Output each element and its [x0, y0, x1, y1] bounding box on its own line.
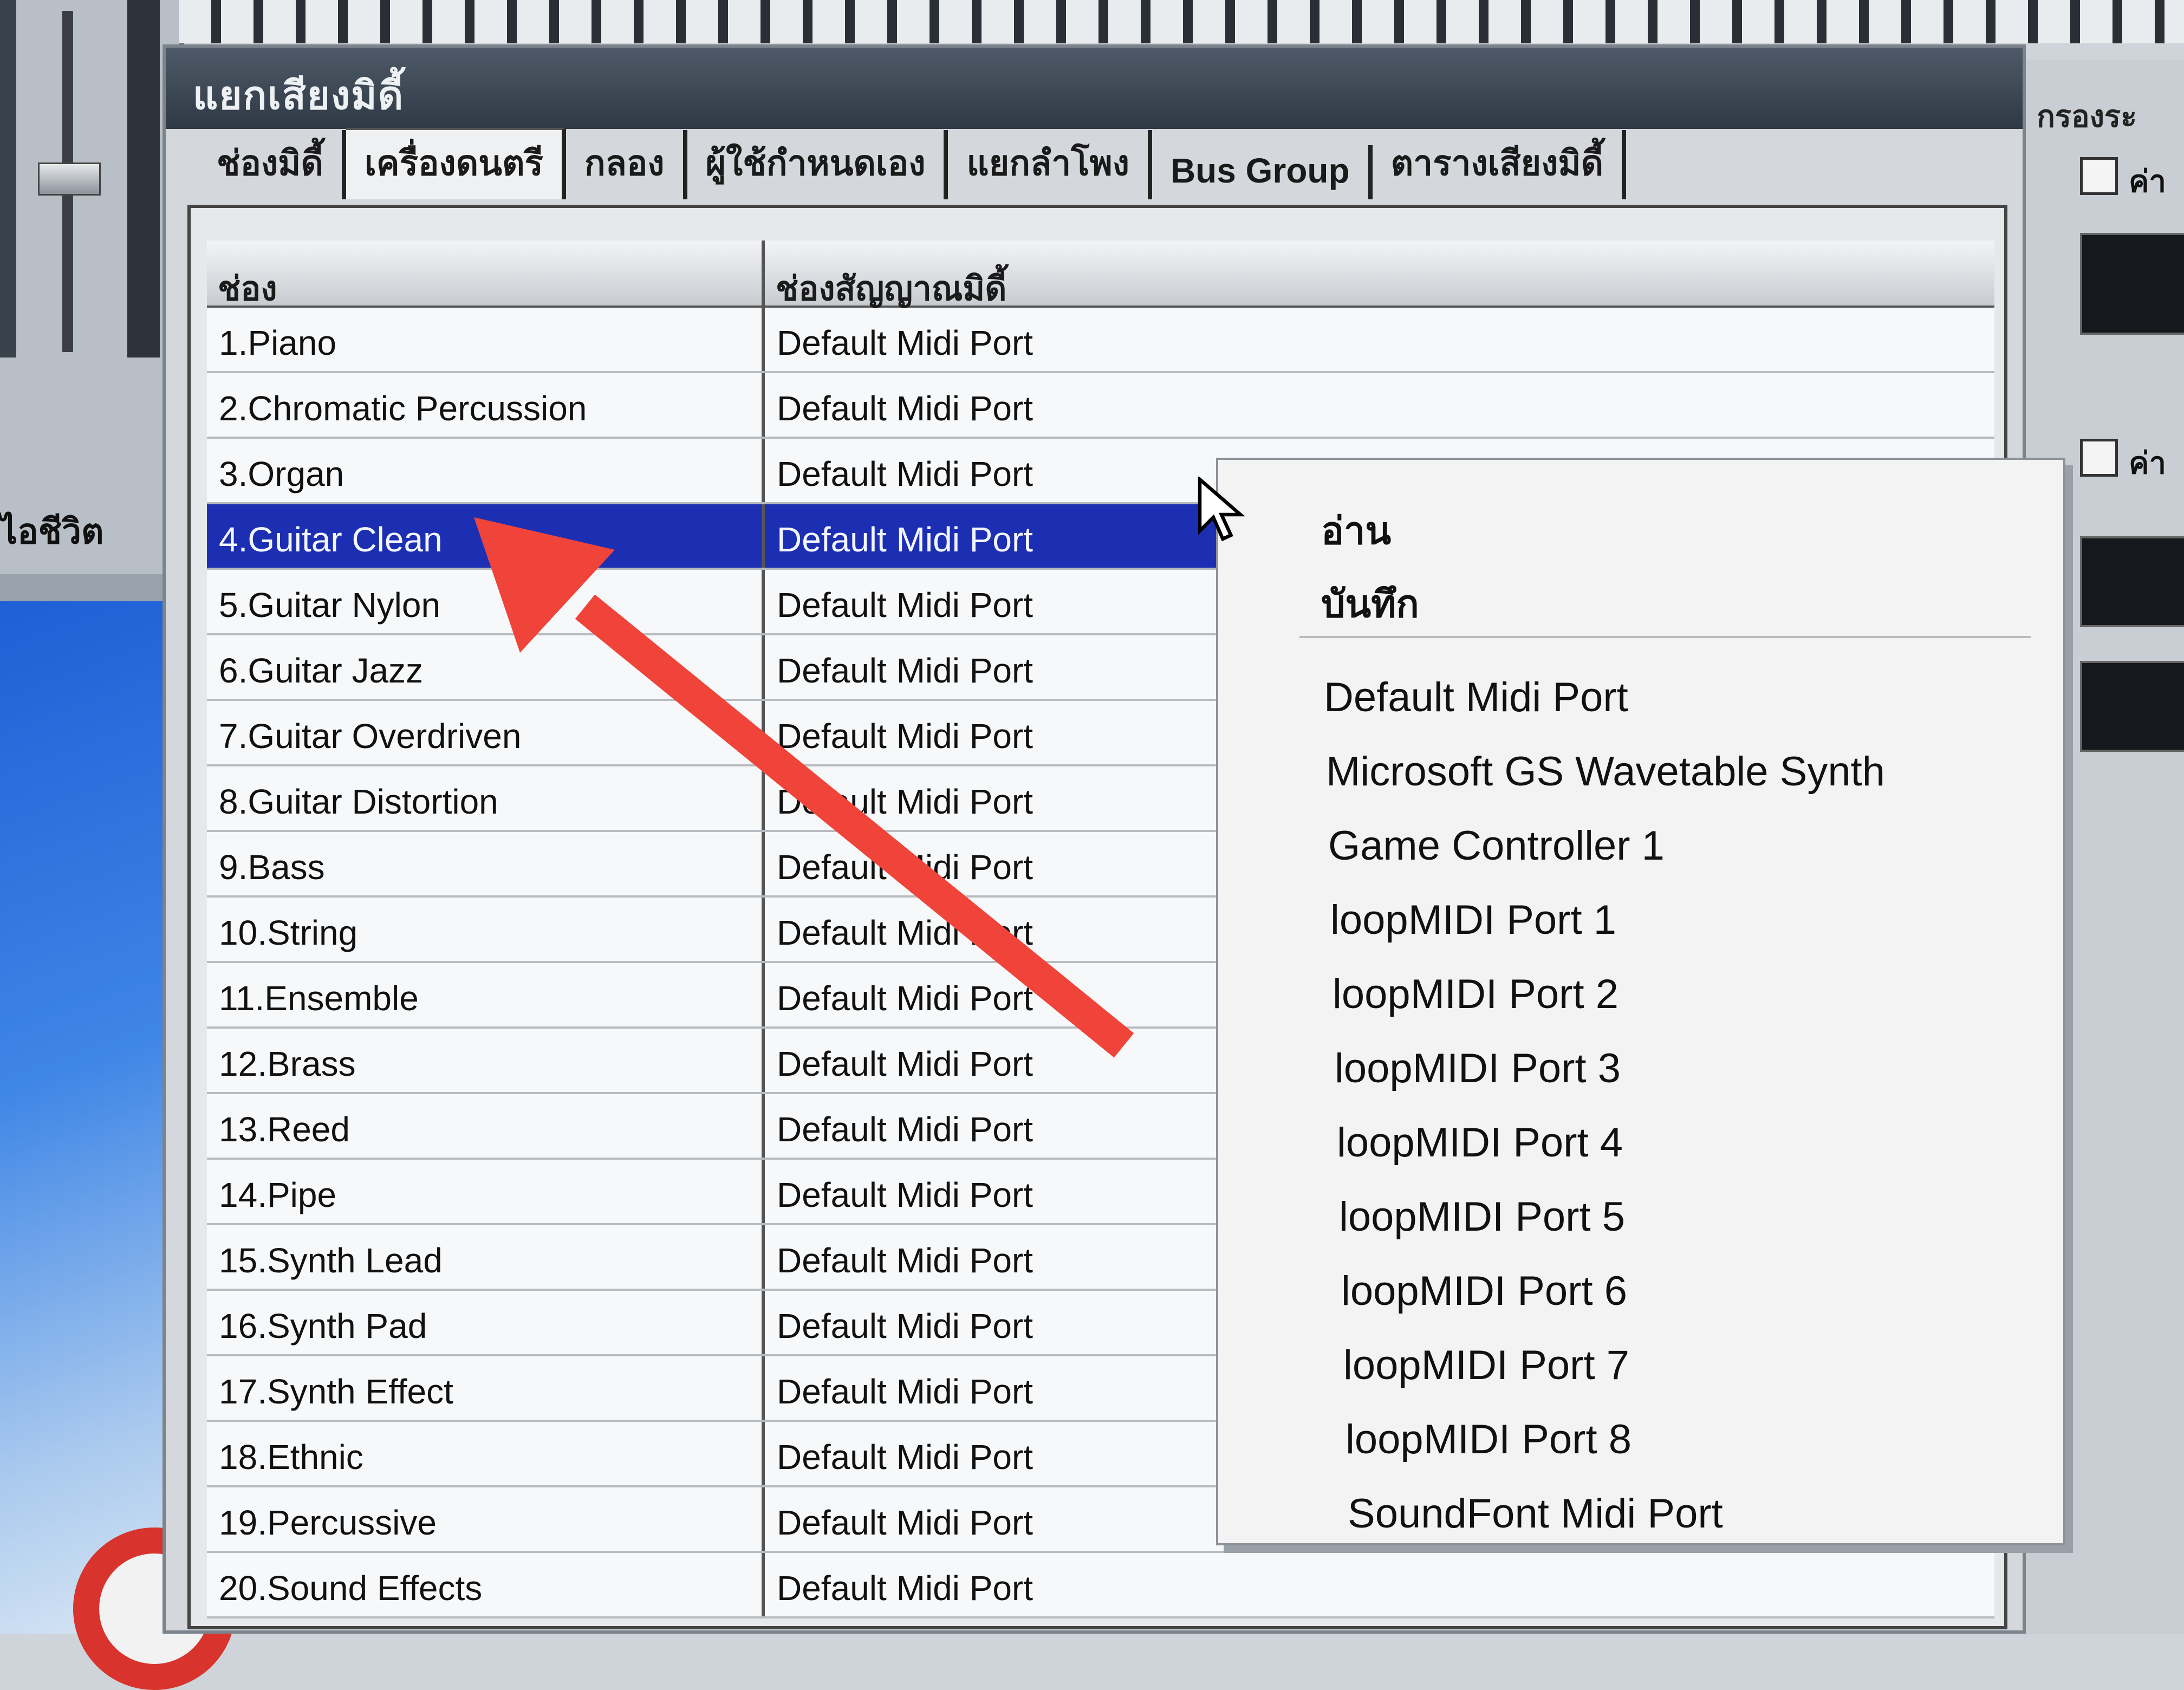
right-panel-checkbox-label: ค่า	[2129, 164, 2166, 198]
channel-cell[interactable]: 18.Ethnic	[207, 1422, 765, 1485]
menu-item-save[interactable]: บันทึก	[1321, 574, 1419, 634]
menu-item-port[interactable]: Game Controller 1	[1328, 822, 1665, 869]
channel-cell[interactable]: 8.Guitar Distortion	[207, 766, 765, 830]
table-row[interactable]: 20.Sound Effects Default Midi Port	[207, 1553, 1994, 1618]
channel-cell[interactable]: 19.Percussive	[207, 1487, 765, 1551]
dialog-titlebar[interactable]: แยกเสียงมิดี้	[166, 48, 2023, 129]
background-mixer: ไอชีวิต	[0, 0, 184, 574]
menu-item-port[interactable]: loopMIDI Port 2	[1332, 971, 1618, 1018]
channel-cell[interactable]: 10.String	[207, 898, 765, 961]
column-header-midi-port[interactable]: ช่องสัญญาณมิดี้	[765, 240, 1994, 308]
mouse-cursor-icon	[1198, 477, 1245, 542]
channel-cell[interactable]: 20.Sound Effects	[207, 1553, 765, 1616]
desktop-wallpaper	[0, 601, 179, 1634]
menu-item-port[interactable]: loopMIDI Port 7	[1343, 1342, 1629, 1389]
channel-cell[interactable]: 17.Synth Effect	[207, 1356, 765, 1420]
channel-cell[interactable]: 5.Guitar Nylon	[207, 570, 765, 633]
table-header: ช่อง ช่องสัญญาณมิดี้	[207, 240, 1994, 308]
tab-midi-channel[interactable]: ช่องมิดี้	[198, 130, 346, 199]
tab-speaker-split[interactable]: แยกลำโพง	[948, 130, 1152, 199]
background-label: ไอชีวิต	[0, 512, 104, 551]
piano-keyboard-strip	[179, 0, 2184, 43]
right-panel-meter	[2080, 536, 2184, 627]
channel-cell[interactable]: 1.Piano	[207, 308, 765, 371]
tab-instruments[interactable]: เครื่องดนตรี	[346, 128, 566, 199]
channel-cell[interactable]: 7.Guitar Overdriven	[207, 701, 765, 764]
channel-cell[interactable]: 2.Chromatic Percussion	[207, 373, 765, 437]
menu-item-port[interactable]: loopMIDI Port 8	[1346, 1416, 1632, 1463]
menu-item-read[interactable]: อ่าน	[1321, 500, 1391, 561]
menu-separator	[1299, 636, 2031, 638]
right-panel-title: กรองระ	[2037, 99, 2137, 133]
menu-item-port[interactable]: loopMIDI Port 4	[1337, 1119, 1623, 1166]
tab-bus-group[interactable]: Bus Group	[1152, 145, 1373, 199]
channel-cell[interactable]: 4.Guitar Clean	[207, 504, 765, 568]
tab-bar: ช่องมิดี้ เครื่องดนตรี กลอง ผู้ใช้กำหนดเ…	[198, 128, 1627, 199]
tab-user-defined[interactable]: ผู้ใช้กำหนดเอง	[687, 130, 948, 199]
dialog-title: แยกเสียงมิดี้	[193, 74, 405, 118]
background-meter	[127, 0, 160, 358]
midi-port-cell[interactable]: Default Midi Port	[765, 373, 1994, 437]
channel-cell[interactable]: 14.Pipe	[207, 1160, 765, 1223]
channel-cell[interactable]: 12.Brass	[207, 1029, 765, 1092]
channel-cell[interactable]: 3.Organ	[207, 439, 765, 502]
menu-item-port[interactable]: SoundFont Midi Port	[1348, 1490, 1723, 1537]
channel-cell[interactable]: 16.Synth Pad	[207, 1291, 765, 1354]
right-panel-meter	[2080, 233, 2184, 335]
midi-port-cell[interactable]: Default Midi Port	[765, 308, 1994, 371]
menu-item-port[interactable]: loopMIDI Port 1	[1330, 896, 1616, 944]
midi-port-cell[interactable]: Default Midi Port	[765, 1553, 1994, 1616]
right-panel-meter	[2080, 661, 2184, 752]
background-left-panel: ไอชีวิต	[0, 0, 236, 1690]
channel-cell[interactable]: 13.Reed	[207, 1094, 765, 1158]
tab-midi-sound-table[interactable]: ตารางเสียงมิดี้	[1372, 130, 1627, 199]
background-meter	[0, 0, 16, 358]
column-header-channel[interactable]: ช่อง	[207, 240, 765, 308]
channel-cell[interactable]: 15.Synth Lead	[207, 1225, 765, 1289]
menu-item-port[interactable]: loopMIDI Port 3	[1335, 1045, 1621, 1092]
right-panel-checkbox[interactable]	[2080, 157, 2118, 195]
right-panel-checkbox-label: ค่า	[2129, 446, 2166, 480]
channel-cell[interactable]: 11.Ensemble	[207, 963, 765, 1026]
tab-drums[interactable]: กลอง	[566, 130, 687, 199]
menu-item-port[interactable]: loopMIDI Port 6	[1341, 1268, 1627, 1315]
port-context-menu: อ่าน บันทึก Default Midi Port Microsoft G…	[1216, 458, 2065, 1545]
menu-item-port[interactable]: loopMIDI Port 5	[1339, 1193, 1625, 1240]
table-row[interactable]: 1.Piano Default Midi Port	[207, 308, 1994, 373]
right-panel-checkbox[interactable]	[2080, 439, 2118, 477]
channel-cell[interactable]: 9.Bass	[207, 832, 765, 895]
menu-item-port[interactable]: Default Midi Port	[1324, 674, 1628, 721]
volume-slider-knob[interactable]	[38, 162, 101, 196]
channel-cell[interactable]: 6.Guitar Jazz	[207, 635, 765, 699]
table-row[interactable]: 2.Chromatic Percussion Default Midi Port	[207, 373, 1994, 439]
menu-item-port[interactable]: Microsoft GS Wavetable Synth	[1326, 748, 1885, 795]
